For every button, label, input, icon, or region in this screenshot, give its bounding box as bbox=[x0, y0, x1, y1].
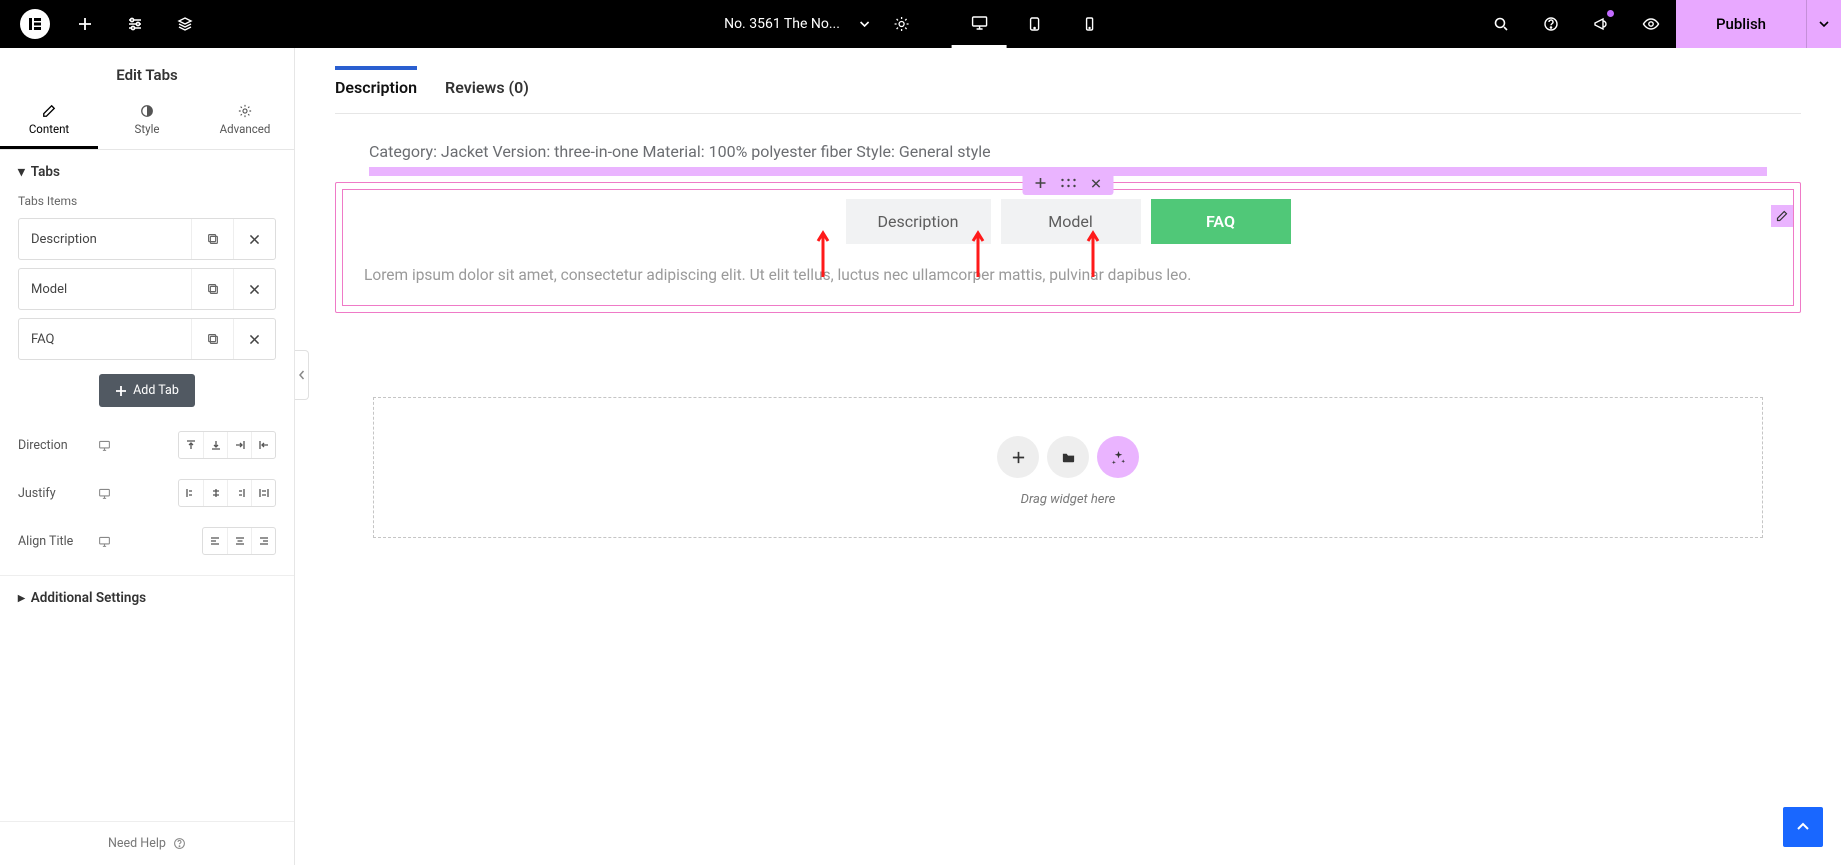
preview-icon[interactable] bbox=[1626, 0, 1676, 48]
drop-zone[interactable]: Drag widget here bbox=[373, 397, 1763, 538]
panel-tab-content[interactable]: Content bbox=[0, 96, 98, 149]
widget-tab-model[interactable]: Model bbox=[1001, 199, 1141, 244]
direction-right[interactable] bbox=[251, 432, 275, 458]
publish-button[interactable]: Publish bbox=[1676, 0, 1806, 48]
widget-tab-description[interactable]: Description bbox=[846, 199, 991, 244]
direction-segmented bbox=[178, 431, 276, 459]
contrast-icon bbox=[140, 104, 154, 118]
publish-options-icon[interactable] bbox=[1806, 0, 1841, 48]
responsive-icon[interactable] bbox=[98, 439, 111, 452]
panel-title: Edit Tabs bbox=[0, 48, 294, 96]
finder-search-icon[interactable] bbox=[1476, 0, 1526, 48]
dropzone-ai-button[interactable] bbox=[1097, 436, 1139, 478]
document-title: No. 3561 The No... bbox=[724, 16, 840, 32]
justify-end[interactable] bbox=[227, 480, 251, 506]
justify-stretch[interactable] bbox=[251, 480, 275, 506]
widget-handle bbox=[1023, 171, 1114, 195]
remove-icon[interactable] bbox=[233, 219, 275, 259]
dropzone-add-button[interactable] bbox=[997, 436, 1039, 478]
product-tab-reviews[interactable]: Reviews (0) bbox=[445, 78, 529, 113]
widget-edit-icon[interactable] bbox=[1771, 205, 1793, 227]
align-left[interactable] bbox=[203, 528, 227, 554]
scroll-to-top-button[interactable] bbox=[1783, 807, 1823, 847]
duplicate-icon[interactable] bbox=[191, 319, 233, 359]
page-settings-icon[interactable] bbox=[882, 0, 922, 48]
add-tab-button[interactable]: Add Tab bbox=[99, 374, 195, 407]
plus-icon bbox=[115, 385, 127, 397]
align-right[interactable] bbox=[251, 528, 275, 554]
duplicate-icon[interactable] bbox=[191, 269, 233, 309]
panel-tab-advanced[interactable]: Advanced bbox=[196, 96, 294, 149]
direction-label: Direction bbox=[18, 438, 98, 453]
device-desktop-tab[interactable] bbox=[952, 0, 1007, 48]
remove-icon[interactable] bbox=[233, 319, 275, 359]
justify-segmented bbox=[178, 479, 276, 507]
direction-left[interactable] bbox=[227, 432, 251, 458]
align-title-label: Align Title bbox=[18, 534, 98, 549]
widget-tab-content-text: Lorem ipsum dolor sit amet, consectetur … bbox=[358, 266, 1778, 284]
remove-icon[interactable] bbox=[233, 269, 275, 309]
product-description-text: Category: Jacket Version: three-in-one M… bbox=[335, 142, 1801, 161]
structure-icon[interactable] bbox=[160, 0, 210, 48]
responsive-icon[interactable] bbox=[98, 487, 111, 500]
caret-down-icon: ▾ bbox=[18, 164, 25, 180]
tabs-widget[interactable]: Description Model FAQ Lorem ipsum dolor … bbox=[335, 182, 1801, 313]
tab-item[interactable]: FAQ bbox=[18, 318, 276, 360]
need-help-link[interactable]: Need Help bbox=[0, 821, 294, 865]
product-tab-description[interactable]: Description bbox=[335, 66, 417, 113]
align-center[interactable] bbox=[227, 528, 251, 554]
section-tabs-toggle[interactable]: ▾ Tabs bbox=[0, 150, 294, 194]
direction-top[interactable] bbox=[179, 432, 203, 458]
tabs-items-label: Tabs Items bbox=[18, 194, 276, 208]
widget-close-icon[interactable] bbox=[1091, 178, 1102, 189]
widget-tab-faq[interactable]: FAQ bbox=[1151, 199, 1291, 244]
align-title-segmented bbox=[202, 527, 276, 555]
caret-right-icon: ▸ bbox=[18, 590, 25, 606]
dropzone-text: Drag widget here bbox=[374, 492, 1762, 507]
publish-label: Publish bbox=[1716, 15, 1766, 33]
justify-label: Justify bbox=[18, 486, 98, 501]
add-element-icon[interactable] bbox=[60, 0, 110, 48]
pencil-icon bbox=[42, 104, 56, 118]
section-additional-toggle[interactable]: ▸ Additional Settings bbox=[0, 575, 294, 620]
help-circle-icon bbox=[173, 837, 186, 850]
duplicate-icon[interactable] bbox=[191, 219, 233, 259]
whats-new-icon[interactable] bbox=[1576, 0, 1626, 48]
justify-start[interactable] bbox=[179, 480, 203, 506]
justify-center[interactable] bbox=[203, 480, 227, 506]
tab-item[interactable]: Model bbox=[18, 268, 276, 310]
site-settings-icon[interactable] bbox=[110, 0, 160, 48]
tab-item[interactable]: Description bbox=[18, 218, 276, 260]
elementor-logo[interactable] bbox=[20, 9, 50, 39]
widget-add-icon[interactable] bbox=[1035, 177, 1047, 189]
responsive-icon[interactable] bbox=[98, 535, 111, 548]
help-icon[interactable] bbox=[1526, 0, 1576, 48]
panel-tab-style[interactable]: Style bbox=[98, 96, 196, 149]
widget-drag-icon[interactable] bbox=[1061, 178, 1077, 188]
dropzone-folder-button[interactable] bbox=[1047, 436, 1089, 478]
direction-bottom[interactable] bbox=[203, 432, 227, 458]
gear-icon bbox=[238, 104, 252, 118]
device-tablet-tab[interactable] bbox=[1007, 0, 1062, 48]
document-dropdown-icon[interactable] bbox=[848, 0, 882, 48]
device-mobile-tab[interactable] bbox=[1062, 0, 1117, 48]
chevron-up-icon bbox=[1795, 819, 1811, 835]
